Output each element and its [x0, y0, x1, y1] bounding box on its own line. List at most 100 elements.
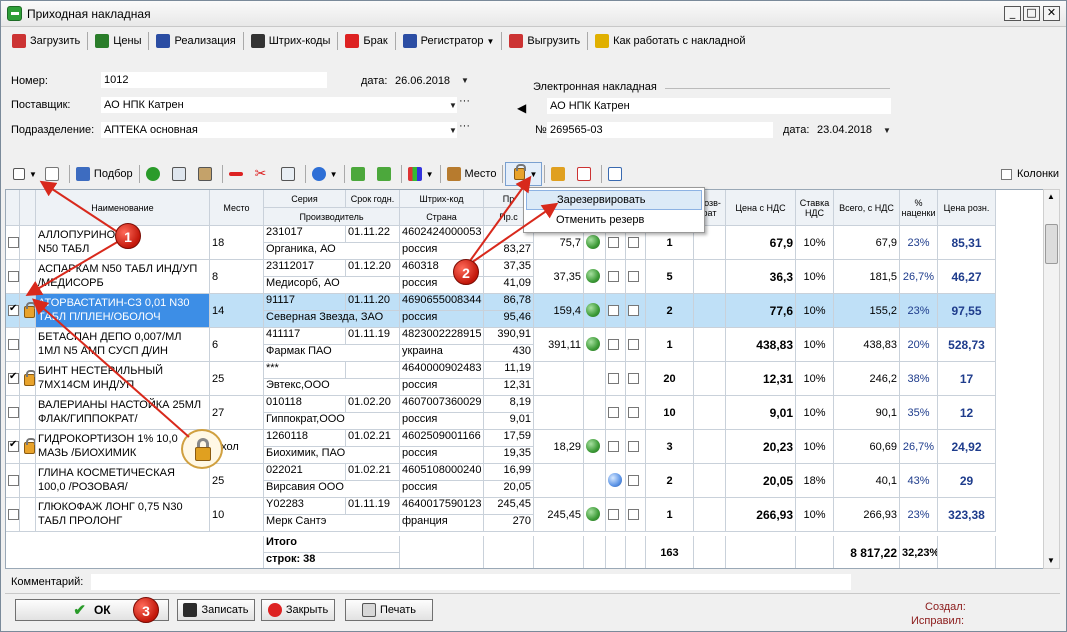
table-row[interactable]: ГИДРОКОРТИЗОН 1% 10,0МАЗЬ /БИОХИМИК1 хол…: [6, 430, 996, 464]
table-row[interactable]: ГЛЮКОФАЖ ЛОНГ 0,75 N30 ТАБЛ ПРОЛОНГ 10 Y022…: [6, 498, 996, 532]
item-status-2[interactable]: [606, 294, 626, 328]
item-retail[interactable]: 46,27: [938, 260, 996, 294]
item-expiry[interactable]: 01.02.21: [346, 464, 400, 481]
item-producer[interactable]: Медисорб, АО: [264, 277, 400, 294]
status-checkbox[interactable]: [608, 441, 619, 452]
item-markup[interactable]: 43%: [900, 464, 938, 498]
item-markup[interactable]: 35%: [900, 396, 938, 430]
item-name[interactable]: ГЛИНА КОСМЕТИЧЕСКАЯ 100,0 /РОЗОВАЯ/: [36, 464, 210, 498]
status-checkbox[interactable]: [628, 475, 639, 486]
item-barcode[interactable]: 4607007360029: [400, 396, 484, 413]
item-barcode[interactable]: 4602424000053: [400, 226, 484, 243]
header-vat[interactable]: Ставка НДС: [796, 190, 834, 226]
header-retail[interactable]: Цена розн.: [938, 190, 996, 226]
row-checkbox[interactable]: [8, 439, 19, 452]
status-checkbox[interactable]: [608, 339, 619, 350]
item-total[interactable]: 438,83: [834, 328, 900, 362]
item-pr[interactable]: 86,78: [484, 294, 534, 311]
clear-button[interactable]: [277, 162, 303, 186]
item-retail[interactable]: 85,31: [938, 226, 996, 260]
item-c1[interactable]: [534, 464, 584, 498]
item-name[interactable]: БЕТАСПАН ДЕПО 0,007/МЛ 1МЛ N5 АМП СУСП Д/…: [36, 328, 210, 362]
item-name[interactable]: ВАЛЕРИАНЫ НАСТОЙКА 25МЛ ФЛАК/ГИППОКРАТ/: [36, 396, 210, 430]
item-status-3[interactable]: [626, 328, 646, 362]
item-producer[interactable]: Биохимик, ПАО: [264, 447, 400, 464]
item-series[interactable]: 231017: [264, 226, 346, 243]
item-c1[interactable]: 18,29: [534, 430, 584, 464]
place-button[interactable]: Место: [443, 162, 501, 186]
item-prs[interactable]: 430: [484, 345, 534, 362]
item-status-3[interactable]: [626, 294, 646, 328]
status-checkbox[interactable]: [608, 407, 619, 418]
item-pr[interactable]: 11,19: [484, 362, 534, 379]
row-checkbox-cell[interactable]: [6, 498, 20, 532]
item-total[interactable]: 246,2: [834, 362, 900, 396]
item-name[interactable]: ГЛЮКОФАЖ ЛОНГ 0,75 N30 ТАБЛ ПРОЛОНГ: [36, 498, 210, 532]
item-vat[interactable]: 18%: [796, 464, 834, 498]
scroll-down-icon[interactable]: ▼: [1047, 556, 1055, 565]
item-expiry[interactable]: 01.11.19: [346, 328, 400, 345]
item-barcode[interactable]: 4690655008344: [400, 294, 484, 311]
item-place[interactable]: 27: [210, 396, 264, 430]
columns-toggle[interactable]: Колонки: [1001, 168, 1059, 180]
einvoice-date-dropdown-icon[interactable]: ▼: [883, 126, 891, 135]
dept-more-icon[interactable]: ···: [459, 120, 470, 132]
row-checkbox-cell[interactable]: [6, 226, 20, 260]
header-name[interactable]: Наименование: [36, 190, 210, 226]
item-price-vat[interactable]: 438,83: [726, 328, 796, 362]
item-return[interactable]: [694, 430, 726, 464]
status-checkbox[interactable]: [608, 237, 619, 248]
item-return[interactable]: [694, 294, 726, 328]
status-checkbox[interactable]: [628, 271, 639, 282]
item-expiry[interactable]: 01.11.20: [346, 294, 400, 311]
item-prs[interactable]: 20,05: [484, 481, 534, 498]
item-status-3[interactable]: [626, 430, 646, 464]
pick-button[interactable]: Подбор: [72, 162, 137, 186]
item-country[interactable]: россия: [400, 243, 484, 260]
sale-button[interactable]: Реализация: [151, 30, 240, 52]
item-status-3[interactable]: [626, 464, 646, 498]
item-retail[interactable]: 323,38: [938, 498, 996, 532]
item-return[interactable]: [694, 464, 726, 498]
item-series[interactable]: 1260118: [264, 430, 346, 447]
item-prs[interactable]: 41,09: [484, 277, 534, 294]
item-markup[interactable]: 23%: [900, 294, 938, 328]
status-checkbox[interactable]: [608, 271, 619, 282]
item-vat[interactable]: 10%: [796, 328, 834, 362]
item-vat[interactable]: 10%: [796, 430, 834, 464]
status-checkbox[interactable]: [628, 305, 639, 316]
status-checkbox[interactable]: [628, 509, 639, 520]
row-checkbox-cell[interactable]: [6, 362, 20, 396]
help-button[interactable]: Как работать с накладной: [590, 30, 750, 52]
item-name[interactable]: АТОРВАСТАТИН-СЗ 0,01 N30 ТАБЛ П/ПЛЕН/ОБОЛ…: [36, 294, 210, 328]
item-place[interactable]: 14: [210, 294, 264, 328]
colors-button[interactable]: ▼: [404, 162, 438, 186]
item-pr[interactable]: 8,19: [484, 396, 534, 413]
supplier-dropdown-icon[interactable]: ▼: [449, 101, 457, 110]
item-producer[interactable]: Эвтекс,ООО: [264, 379, 400, 396]
item-markup[interactable]: 20%: [900, 328, 938, 362]
supplier-field[interactable]: АО НПК Катрен: [101, 97, 457, 113]
minimize-button[interactable]: _: [1004, 6, 1021, 21]
item-c1[interactable]: [534, 396, 584, 430]
export-button[interactable]: [604, 162, 630, 186]
item-prs[interactable]: 83,27: [484, 243, 534, 260]
item-price-vat[interactable]: 9,01: [726, 396, 796, 430]
item-total[interactable]: 266,93: [834, 498, 900, 532]
item-c1[interactable]: 245,45: [534, 498, 584, 532]
item-retail[interactable]: 24,92: [938, 430, 996, 464]
item-qty[interactable]: 2: [646, 294, 694, 328]
item-name[interactable]: БИНТ НЕСТЕРИЛЬНЫЙ 7МХ14СМ ИНД/УП: [36, 362, 210, 396]
scroll-thumb[interactable]: [1045, 224, 1058, 264]
item-markup[interactable]: 26,7%: [900, 260, 938, 294]
paste-button[interactable]: [194, 162, 220, 186]
table-row[interactable]: АТОРВАСТАТИН-СЗ 0,01 N30 ТАБЛ П/ПЛЕН/ОБОЛ…: [6, 294, 996, 328]
item-retail[interactable]: 17: [938, 362, 996, 396]
prices-button[interactable]: Цены: [90, 30, 146, 52]
item-expiry[interactable]: 01.02.20: [346, 396, 400, 413]
row-checkbox[interactable]: [8, 371, 19, 384]
item-qty[interactable]: 5: [646, 260, 694, 294]
cut-button[interactable]: ✂: [251, 162, 277, 186]
item-vat[interactable]: 10%: [796, 260, 834, 294]
item-barcode[interactable]: 4605108000240: [400, 464, 484, 481]
